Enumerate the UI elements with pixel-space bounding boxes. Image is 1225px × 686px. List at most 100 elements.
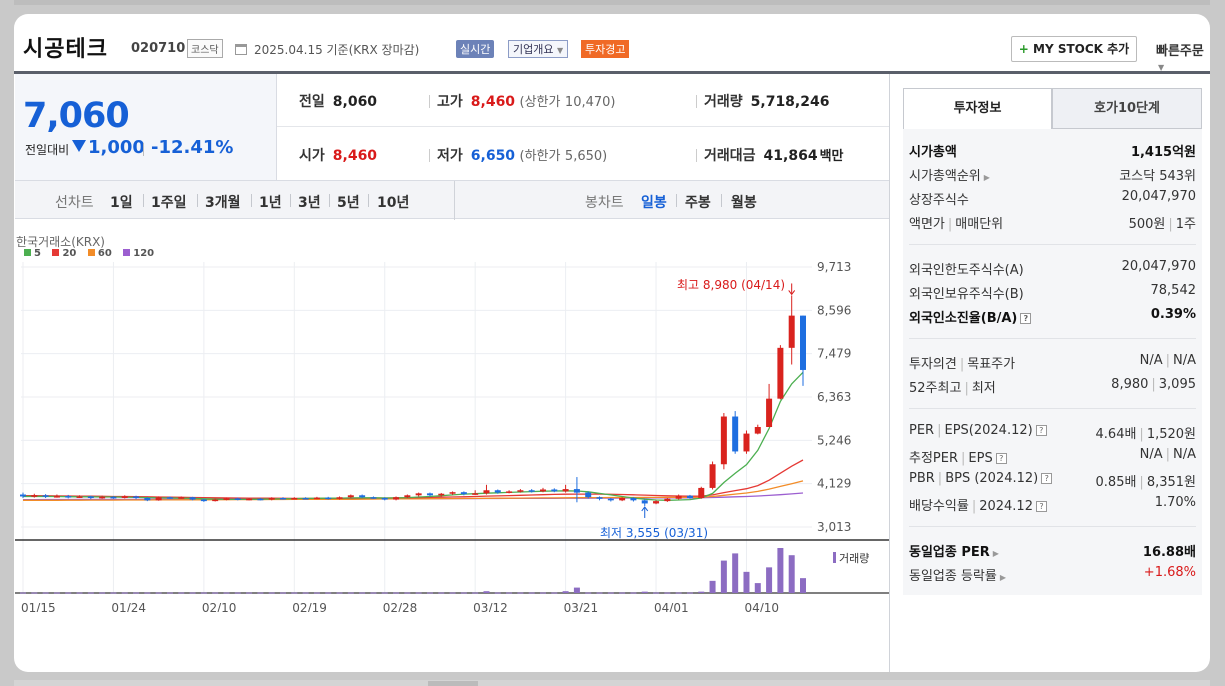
dividend-labels: 배당수익률 | 2024.12? bbox=[909, 495, 1047, 514]
candle-weekly[interactable]: 주봉 bbox=[685, 192, 711, 212]
panel-divider bbox=[889, 74, 890, 672]
plus-icon: + bbox=[1018, 42, 1029, 56]
bps-label: BPS (2024.12) bbox=[945, 471, 1039, 486]
candle-body bbox=[449, 492, 456, 494]
candle-body bbox=[686, 495, 693, 499]
sector-per-label: 동일업종 PER bbox=[909, 545, 990, 560]
cap-rank-row[interactable]: 시가총액순위 ▶ 코스닥 543위 bbox=[903, 161, 1202, 185]
volume-bar bbox=[20, 592, 26, 594]
x-tick-label: 02/28 bbox=[383, 601, 418, 612]
change-label: 전일대비 bbox=[25, 143, 70, 157]
candle-body bbox=[709, 464, 716, 488]
period-10y[interactable]: 10년 bbox=[377, 192, 409, 212]
volume-bar bbox=[585, 592, 592, 594]
candle-body bbox=[777, 347, 784, 399]
volume-bar bbox=[426, 592, 433, 594]
candle-body bbox=[178, 497, 185, 499]
candle-body bbox=[698, 487, 705, 499]
candle-body bbox=[223, 498, 230, 500]
volume-bar bbox=[619, 592, 626, 594]
help-icon[interactable]: ? bbox=[1035, 425, 1047, 436]
chart-legend: 5 20 60 120 bbox=[24, 248, 162, 259]
w52-row: 52주최고 | 최저 8,980 | 3,095 bbox=[903, 373, 1202, 397]
company-info-dropdown[interactable]: 기업개요 ▼ bbox=[508, 40, 569, 58]
eps-value: 1,520원 bbox=[1146, 427, 1196, 442]
volume-bar bbox=[110, 592, 117, 594]
foreign-hold-value: 78,542 bbox=[1150, 283, 1197, 298]
help-icon[interactable]: ? bbox=[1041, 473, 1053, 484]
low-value: 6,650 bbox=[470, 148, 516, 164]
w52-values: 8,980 | 3,095 bbox=[1111, 377, 1196, 392]
period-3y[interactable]: 3년 bbox=[298, 192, 321, 212]
dividend-value: 1.70% bbox=[1154, 495, 1196, 510]
foreign-ratio-row: 외국인소진율(B/A)? 0.39% bbox=[903, 303, 1202, 327]
w52-low-label: 최저 bbox=[971, 381, 996, 396]
volume-bar bbox=[641, 591, 648, 593]
cap-rank-label: 시가총액순위 bbox=[909, 169, 981, 184]
candle-daily[interactable]: 일봉 bbox=[641, 192, 667, 212]
stock-code: 020710 bbox=[131, 41, 186, 56]
sector-per-row[interactable]: 동일업종 PER ▶ 16.88배 bbox=[903, 537, 1202, 561]
est-eps-value: N/A bbox=[1173, 447, 1196, 462]
candle-body bbox=[291, 498, 298, 500]
x-tick-label: 02/19 bbox=[292, 601, 327, 612]
help-icon[interactable]: ? bbox=[1035, 501, 1047, 512]
candle-body bbox=[144, 498, 151, 501]
tab-invest-info[interactable]: 투자정보 bbox=[903, 88, 1052, 129]
help-icon[interactable]: ? bbox=[1020, 313, 1032, 324]
quick-order-button[interactable]: 빠른주문▼ bbox=[1156, 40, 1210, 74]
per-label: PER bbox=[909, 423, 935, 438]
divider bbox=[143, 194, 144, 207]
foreign-hold-row: 외국인보유주식수(B) 78,542 bbox=[903, 279, 1202, 303]
divider bbox=[368, 194, 369, 207]
opinion-label: 투자의견 bbox=[909, 357, 957, 372]
volume-bar bbox=[257, 592, 264, 594]
sector-change-row[interactable]: 동일업종 등락률 ▶ +1.68% bbox=[903, 561, 1202, 585]
candle-body bbox=[562, 489, 569, 492]
volume-bar bbox=[483, 591, 490, 593]
prev-close: 전일 8,060 bbox=[299, 91, 377, 111]
volume-bar bbox=[743, 571, 750, 593]
period-1y[interactable]: 1년 bbox=[259, 192, 282, 212]
period-1d[interactable]: 1일 bbox=[110, 192, 133, 212]
divider bbox=[290, 194, 291, 207]
volume-bar bbox=[359, 592, 366, 594]
price-change: 1,000 bbox=[72, 137, 145, 158]
volume-bar bbox=[732, 553, 739, 593]
legend-ma5-label: 5 bbox=[34, 248, 41, 259]
candle-monthly[interactable]: 월봉 bbox=[731, 192, 757, 212]
shares-row: 상장주식수 20,047,970 bbox=[903, 185, 1202, 209]
candle-body bbox=[87, 496, 94, 499]
candle-body bbox=[426, 493, 433, 496]
realtime-button[interactable]: 실시간 bbox=[456, 40, 495, 58]
opinion-row: 투자의견 | 목표주가 N/A | N/A bbox=[903, 349, 1202, 373]
divider: | bbox=[1168, 217, 1173, 232]
per-row: PER | EPS(2024.12)? 4.64배 | 1,520원 bbox=[903, 419, 1202, 443]
period-5y[interactable]: 5년 bbox=[337, 192, 360, 212]
chevron-right-icon: ▶ bbox=[999, 573, 1007, 582]
est-per-values: N/A | N/A bbox=[1140, 447, 1196, 462]
mystock-add-button[interactable]: + MY STOCK 추가 bbox=[1011, 36, 1137, 62]
volume-bar bbox=[325, 592, 332, 594]
period-3m[interactable]: 3개월 bbox=[205, 192, 241, 212]
help-icon[interactable]: ? bbox=[995, 453, 1007, 464]
high-label: 고가 bbox=[437, 94, 463, 110]
volume-bar bbox=[506, 592, 513, 594]
shares-label: 상장주식수 bbox=[909, 193, 969, 208]
volume-bar bbox=[65, 592, 72, 594]
volume-bar bbox=[607, 592, 614, 594]
candle-body bbox=[268, 498, 275, 500]
stock-name: 시공테크 bbox=[23, 37, 108, 62]
candle-body bbox=[20, 494, 26, 497]
panel-tabs: 투자정보 호가10단계 bbox=[903, 88, 1202, 129]
tab-orderbook[interactable]: 호가10단계 bbox=[1052, 88, 1202, 129]
ma5-line bbox=[22, 371, 804, 501]
volume-bar bbox=[438, 592, 445, 594]
candle-body bbox=[370, 497, 377, 499]
y-tick-label: 8,596 bbox=[817, 303, 851, 317]
volume-bar bbox=[449, 592, 456, 594]
candle-body bbox=[121, 496, 128, 498]
period-1w[interactable]: 1주일 bbox=[151, 192, 187, 212]
divider: | bbox=[937, 423, 942, 438]
y-tick-label: 6,363 bbox=[817, 390, 851, 404]
